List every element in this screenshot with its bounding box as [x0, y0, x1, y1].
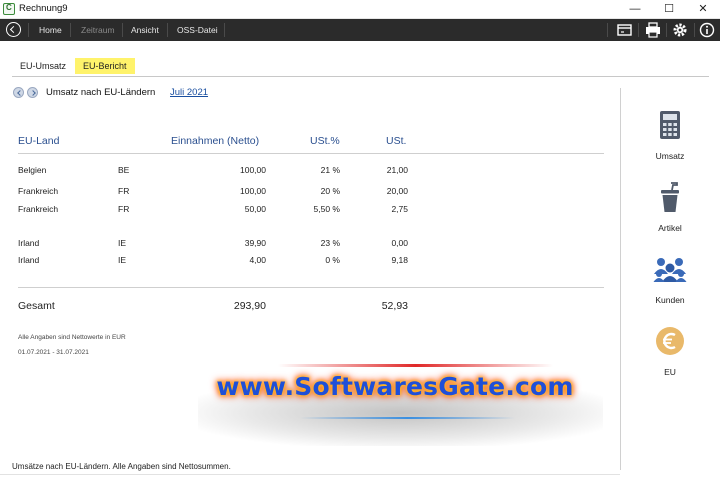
- row-income: 50,00: [244, 204, 266, 214]
- footnote-currency: Alle Angaben sind Nettowerte in EUR: [18, 334, 126, 341]
- row-vat-rate: 20 %: [320, 186, 340, 196]
- title-bar: Rechnung9 — ☐ ✕: [0, 0, 720, 19]
- watermark-red-line: [278, 364, 553, 367]
- column-header-country: EU-Land: [18, 135, 60, 147]
- previous-period-icon[interactable]: [13, 87, 24, 98]
- cup-icon: [655, 182, 685, 214]
- app-logo-icon: [3, 3, 15, 15]
- info-icon[interactable]: [692, 19, 720, 41]
- menu-divider: [28, 23, 29, 37]
- menu-home[interactable]: Home: [39, 19, 62, 41]
- menu-divider: [122, 23, 123, 37]
- menu-bar: Home Zeitraum Ansicht OSS-Datei: [0, 19, 720, 41]
- sidebar-item-kunden[interactable]: Kunden: [620, 252, 720, 316]
- menu-divider: [167, 23, 168, 37]
- sidebar-item-artikel[interactable]: Artikel: [620, 180, 720, 244]
- next-period-icon[interactable]: [27, 87, 38, 98]
- column-header-income: Einnahmen (Netto): [171, 135, 260, 147]
- row-vat-rate: 5,50 %: [313, 204, 340, 214]
- menu-divider: [70, 23, 71, 37]
- row-country: Frankreich: [18, 204, 59, 214]
- column-header-vat-rate: USt.%: [310, 135, 340, 147]
- sidebar-label: EU: [664, 367, 676, 377]
- row-country: Irland: [18, 238, 40, 248]
- printer-icon[interactable]: [638, 19, 668, 41]
- row-vat: 20,00: [386, 186, 408, 196]
- row-country-code: IE: [118, 255, 127, 265]
- column-header-vat: USt.: [386, 135, 407, 147]
- row-income: 39,90: [244, 238, 266, 248]
- total-label: Gesamt: [18, 300, 55, 312]
- row-income: 100,00: [240, 186, 266, 196]
- row-income: 4,00: [249, 255, 266, 265]
- row-country: Frankreich: [18, 186, 59, 196]
- total-vat: 52,93: [381, 300, 408, 312]
- menu-oss-datei[interactable]: OSS-Datei: [177, 19, 218, 41]
- row-vat: 0,00: [391, 238, 408, 248]
- people-icon: [653, 254, 687, 286]
- row-vat: 21,00: [386, 165, 408, 175]
- gear-icon[interactable]: [665, 19, 695, 41]
- row-vat: 2,75: [391, 204, 408, 214]
- tab-divider: [12, 76, 709, 77]
- euro-icon: [655, 325, 685, 357]
- sidebar-label: Kunden: [655, 295, 685, 305]
- back-arrow-icon[interactable]: [6, 22, 21, 37]
- total-income: 293,90: [233, 300, 266, 312]
- sidebar-item-umsatz[interactable]: Umsatz: [620, 108, 720, 172]
- footnote-date-range: 01.07.2021 - 31.07.2021: [18, 349, 89, 356]
- row-country-code: IE: [118, 238, 127, 248]
- menu-ansicht[interactable]: Ansicht: [131, 19, 159, 41]
- minimize-button[interactable]: —: [618, 0, 652, 19]
- status-divider: [0, 474, 620, 475]
- calculator-icon: [655, 110, 685, 142]
- header-divider: [18, 153, 604, 154]
- row-vat-rate: 21 %: [320, 165, 340, 175]
- sidebar-label: Umsatz: [655, 151, 685, 161]
- row-vat-rate: 0 %: [325, 255, 340, 265]
- maximize-button[interactable]: ☐: [652, 0, 686, 19]
- row-country: Belgien: [18, 165, 47, 175]
- menu-divider: [607, 23, 608, 37]
- window-icon[interactable]: [609, 19, 639, 41]
- row-income: 100,00: [240, 165, 266, 175]
- period-link[interactable]: Juli 2021: [170, 87, 208, 98]
- window-title: Rechnung9: [19, 3, 68, 14]
- report-title: Umsatz nach EU-Ländern: [46, 87, 156, 98]
- status-text: Umsätze nach EU-Ländern. Alle Angaben si…: [12, 462, 231, 471]
- sidebar-item-eu[interactable]: EU: [620, 324, 720, 388]
- row-country-code: FR: [118, 204, 130, 214]
- watermark-blue-line: [300, 417, 515, 419]
- row-country-code: BE: [118, 165, 130, 175]
- tab-eu-bericht[interactable]: EU-Bericht: [75, 58, 135, 74]
- close-button[interactable]: ✕: [686, 0, 720, 19]
- total-divider: [18, 287, 604, 288]
- row-vat: 9,18: [391, 255, 408, 265]
- row-country-code: FR: [118, 186, 130, 196]
- menu-zeitraum: Zeitraum: [81, 25, 115, 35]
- sidebar-label: Artikel: [658, 223, 682, 233]
- watermark-text: www.SoftwaresGate.com: [216, 372, 574, 401]
- row-country: Irland: [18, 255, 40, 265]
- menu-divider: [224, 23, 225, 37]
- tab-eu-umsatz[interactable]: EU-Umsatz: [12, 58, 74, 74]
- row-vat-rate: 23 %: [320, 238, 340, 248]
